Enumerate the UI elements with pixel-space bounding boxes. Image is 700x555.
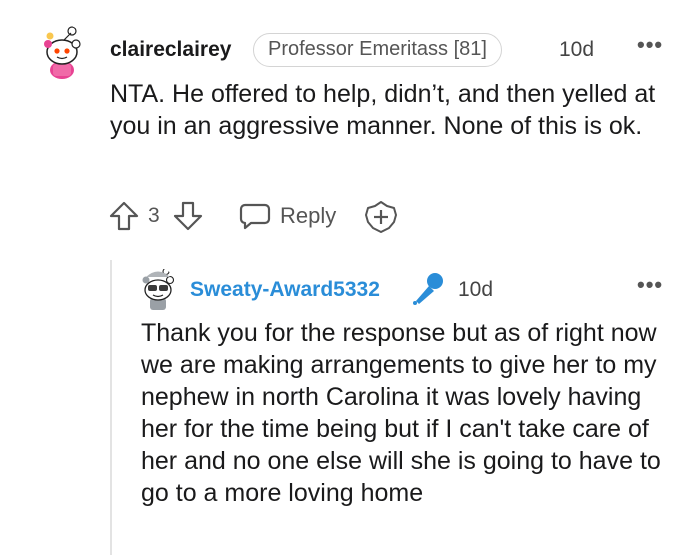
- award-icon[interactable]: [364, 200, 398, 239]
- reply-icon: [239, 202, 271, 235]
- thread-line[interactable]: [110, 260, 112, 555]
- more-options-icon[interactable]: •••: [637, 32, 663, 58]
- comment-body: NTA. He offered to help, didn’t, and the…: [110, 80, 656, 140]
- reply-username[interactable]: Sweaty-Award5332: [190, 278, 380, 302]
- reply-time: 10d: [458, 278, 494, 301]
- reply-more-options-icon[interactable]: •••: [637, 272, 663, 298]
- upvote-icon[interactable]: [108, 200, 140, 237]
- reply-label: Reply: [280, 203, 337, 228]
- microphone-icon: [410, 270, 446, 311]
- comment-username[interactable]: claireclairey: [110, 38, 231, 62]
- reply-button[interactable]: Reply: [239, 196, 349, 236]
- downvote-icon[interactable]: [172, 200, 204, 237]
- user-avatar[interactable]: [36, 24, 88, 80]
- comment-time: 10d: [559, 38, 595, 61]
- reply-user-avatar[interactable]: [138, 268, 178, 312]
- reply-body: Thank you for the response but as of rig…: [141, 319, 661, 507]
- user-flair: Professor Emeritass [81]: [253, 33, 502, 67]
- vote-count: 3: [148, 204, 160, 227]
- comment-actions: 3 Reply: [108, 196, 408, 236]
